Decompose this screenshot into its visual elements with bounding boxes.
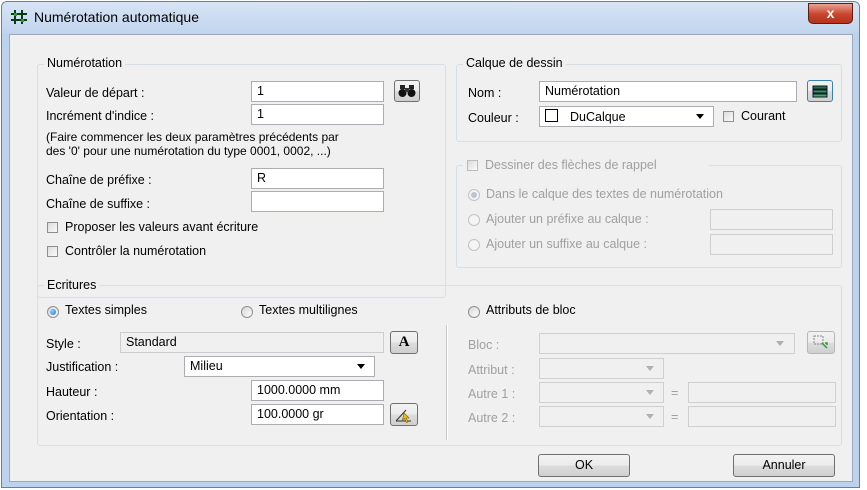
justification-value: Milieu	[190, 359, 223, 373]
layer-name-input[interactable]: Numérotation	[539, 81, 797, 102]
layers-icon	[812, 85, 828, 98]
arrows-prefix-radio[interactable]	[468, 214, 480, 226]
control-numbering-checkbox[interactable]	[47, 246, 58, 257]
autre1-value-input[interactable]	[688, 382, 836, 403]
cancel-button[interactable]: Annuler	[733, 454, 835, 477]
autre1-equals: =	[671, 386, 679, 400]
arrows-prefix-input[interactable]	[710, 209, 833, 230]
arrows-same-layer-label: Dans le calque des textes de numérotatio…	[486, 187, 723, 201]
autre1-label: Autre 1 :	[468, 387, 516, 401]
suffix-label: Chaîne de suffixe :	[46, 197, 151, 211]
pick-block-button[interactable]	[807, 331, 835, 354]
arrows-suffix-label: Ajouter un suffixe au calque :	[486, 237, 647, 251]
numerotation-legend: Numérotation	[44, 56, 126, 70]
chevron-down-icon	[357, 364, 365, 369]
numbering-grid-icon	[11, 10, 27, 24]
pick-orientation-button[interactable]	[390, 403, 418, 426]
chevron-down-icon	[646, 366, 654, 371]
block-select-icon	[813, 335, 828, 349]
draw-arrows-checkbox[interactable]	[467, 160, 478, 171]
close-button[interactable]: x	[808, 3, 853, 24]
pick-start-button[interactable]	[394, 80, 420, 102]
pick-angle-icon	[395, 409, 411, 423]
increment-label: Incrément d'indice :	[46, 109, 154, 123]
propose-values-checkbox[interactable]	[47, 222, 58, 233]
draw-arrows-label: Dessiner des flèches de rappel	[485, 158, 657, 172]
orientation-input[interactable]: 100.0000 gr	[251, 404, 384, 425]
title-bar[interactable]: Numérotation automatique x	[2, 2, 859, 33]
chevron-down-icon	[646, 390, 654, 395]
window-title: Numérotation automatique	[34, 9, 199, 25]
arrows-suffix-radio[interactable]	[468, 239, 480, 251]
prefix-input[interactable]: R	[251, 168, 384, 189]
multiline-text-radio[interactable]	[241, 306, 253, 318]
attribut-select[interactable]	[539, 358, 664, 379]
layer-list-button[interactable]	[807, 80, 833, 102]
autre2-select[interactable]	[539, 406, 664, 427]
layer-color-label: Couleur :	[468, 111, 519, 125]
chevron-down-icon	[696, 114, 704, 119]
justification-label: Justification :	[46, 360, 119, 374]
arrows-suffix-input[interactable]	[710, 234, 833, 255]
calque-group	[456, 64, 842, 142]
courant-checkbox[interactable]	[723, 111, 734, 122]
justification-select[interactable]: Milieu	[184, 356, 375, 377]
control-numbering-label: Contrôler la numérotation	[65, 244, 207, 258]
autre2-value-input[interactable]	[688, 406, 836, 427]
style-button[interactable]: A	[390, 331, 418, 354]
height-input[interactable]: 1000.0000 mm	[251, 380, 384, 401]
arrows-same-layer-radio[interactable]	[468, 189, 480, 201]
layer-color-value: DuCalque	[570, 110, 626, 124]
propose-values-label: Proposer les valeurs avant écriture	[65, 220, 259, 234]
color-swatch-icon	[545, 109, 558, 122]
start-value-label: Valeur de départ :	[46, 86, 145, 100]
height-label: Hauteur :	[46, 385, 98, 399]
layer-color-select[interactable]: DuCalque	[539, 106, 714, 127]
simple-text-radio[interactable]	[47, 306, 59, 318]
bloc-select[interactable]	[539, 333, 795, 354]
suffix-input[interactable]	[251, 191, 384, 212]
arrows-prefix-label: Ajouter un préfixe au calque :	[486, 212, 649, 226]
text-style-icon: A	[398, 334, 410, 350]
binoculars-icon	[398, 85, 416, 97]
start-value-input[interactable]: 1	[251, 81, 384, 102]
style-label: Style :	[46, 337, 81, 351]
dialog-client: Numérotation Valeur de départ : 1 Incrém…	[9, 34, 853, 482]
attribut-label: Attribut :	[468, 363, 515, 377]
help-text-line2: des '0' pour une numérotation du type 00…	[46, 144, 331, 158]
simple-text-label: Textes simples	[65, 303, 147, 317]
ecritures-separator	[446, 325, 448, 440]
increment-input[interactable]: 1	[251, 104, 384, 125]
style-input[interactable]: Standard	[120, 332, 384, 353]
block-attributes-radio[interactable]	[468, 306, 480, 318]
autre1-select[interactable]	[539, 382, 664, 403]
help-text-line1: (Faire commencer les deux paramètres pré…	[46, 130, 339, 144]
prefix-label: Chaîne de préfixe :	[46, 173, 152, 187]
orientation-label: Orientation :	[46, 409, 115, 423]
multiline-text-label: Textes multilignes	[259, 303, 358, 317]
ecritures-legend: Ecritures	[44, 278, 100, 292]
chevron-down-icon	[776, 341, 784, 346]
ok-button[interactable]: OK	[538, 454, 630, 477]
block-attributes-label: Attributs de bloc	[486, 303, 576, 317]
dialog-window: Numérotation automatique x Numérotation …	[1, 1, 860, 488]
autre2-label: Autre 2 :	[468, 411, 516, 425]
layer-name-label: Nom :	[468, 86, 502, 100]
courant-label: Courant	[741, 109, 786, 123]
autre2-equals: =	[671, 410, 679, 424]
bloc-label: Bloc :	[468, 338, 500, 352]
close-icon: x	[826, 5, 835, 21]
calque-legend: Calque de dessin	[463, 56, 566, 70]
chevron-down-icon	[646, 414, 654, 419]
